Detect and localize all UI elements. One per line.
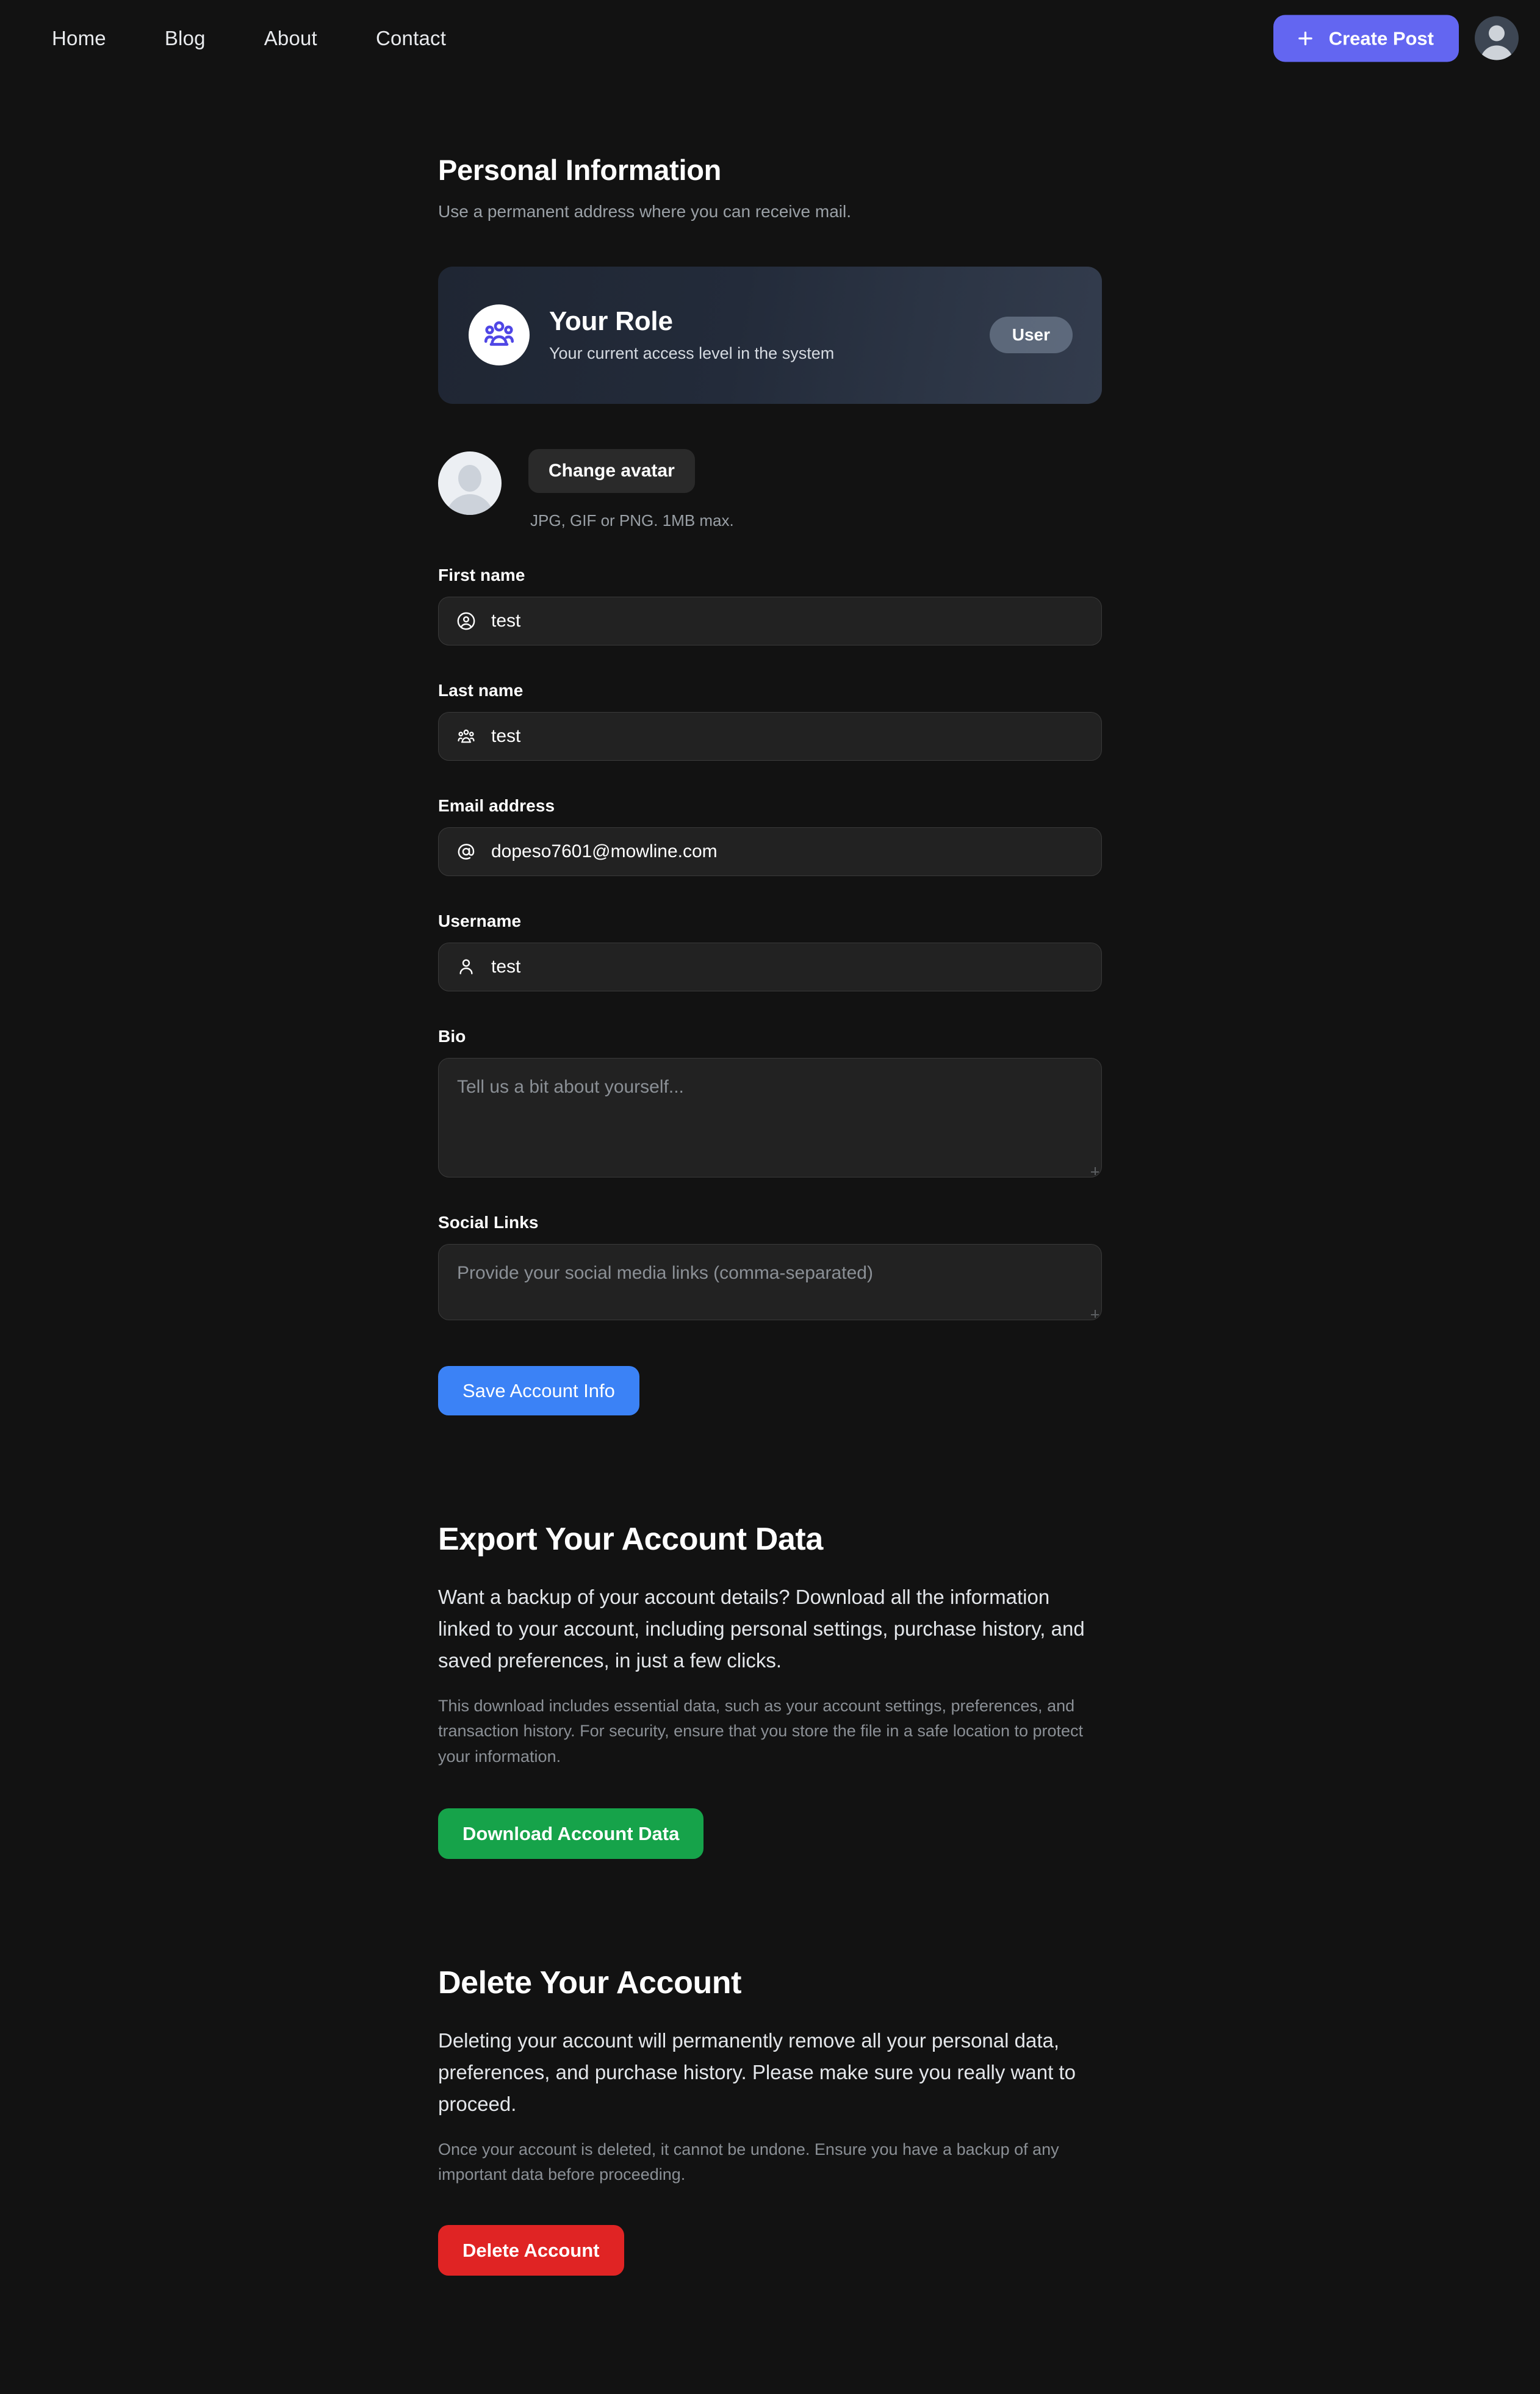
email-field[interactable]: dopeso7601@mowline.com: [438, 827, 1102, 876]
nav-link-about[interactable]: About: [264, 27, 317, 50]
field-username: Username test: [438, 911, 1102, 991]
download-account-data-button[interactable]: Download Account Data: [438, 1808, 704, 1859]
users-group-icon: [484, 322, 514, 347]
primary-navigation: Home Blog About Contact: [52, 27, 446, 50]
user-avatar-body: [1480, 45, 1513, 60]
bio-label: Bio: [438, 1026, 466, 1046]
page-subtitle: Use a permanent address where you can re…: [438, 201, 852, 221]
change-avatar-button[interactable]: Change avatar: [528, 448, 695, 493]
field-social-links: Social Links Provide your social media l…: [438, 1213, 1102, 1320]
role-text-block: Your Role Your current access level in t…: [549, 306, 834, 365]
last-name-label: Last name: [438, 680, 524, 700]
role-card: Your Role Your current access level in t…: [438, 266, 1102, 404]
username-label: Username: [438, 911, 522, 930]
nav-link-home[interactable]: Home: [52, 27, 106, 50]
page-title: Personal Information: [438, 154, 722, 186]
user-circle-icon: [456, 611, 477, 631]
avatar-controls: Change avatar JPG, GIF or PNG. 1MB max.: [528, 448, 734, 530]
first-name-value: test: [491, 610, 521, 631]
create-post-button[interactable]: Create Post: [1273, 15, 1459, 62]
username-value: test: [491, 956, 521, 977]
delete-account-section: Delete Your Account Deleting your accoun…: [438, 1964, 1102, 2276]
social-links-label: Social Links: [438, 1212, 539, 1232]
delete-section-title: Delete Your Account: [438, 1964, 742, 2000]
email-label: Email address: [438, 796, 555, 815]
avatar[interactable]: [1475, 16, 1519, 60]
avatar-hint-text: JPG, GIF or PNG. 1MB max.: [530, 511, 734, 530]
last-name-input[interactable]: test: [438, 711, 1102, 761]
avatar-row: Change avatar JPG, GIF or PNG. 1MB max.: [438, 448, 1102, 530]
delete-account-button[interactable]: Delete Account: [438, 2225, 624, 2276]
field-bio: Bio Tell us a bit about yourself...: [438, 1027, 1102, 1177]
role-icon-badge: [469, 304, 530, 366]
page-body: Personal Information Use a permanent add…: [0, 76, 1540, 2276]
social-links-placeholder: Provide your social media links (comma-s…: [457, 1262, 873, 1283]
resize-handle-icon[interactable]: [1090, 1309, 1099, 1318]
bio-placeholder: Tell us a bit about yourself...: [457, 1076, 684, 1097]
first-name-input[interactable]: test: [438, 596, 1102, 645]
bio-textarea[interactable]: Tell us a bit about yourself...: [438, 1057, 1102, 1177]
at-sign-icon: [456, 841, 477, 862]
users-group-icon: [456, 726, 477, 747]
user-avatar-icon: [1489, 25, 1505, 41]
delete-section-body: Deleting your account will permanently r…: [438, 2029, 1076, 2115]
last-name-value: test: [491, 725, 521, 746]
role-title: Your Role: [549, 306, 673, 336]
nav-link-blog[interactable]: Blog: [165, 27, 206, 50]
export-account-data-section: Export Your Account Data Want a backup o…: [438, 1522, 1102, 1859]
export-section-title: Export Your Account Data: [438, 1521, 823, 1557]
save-account-info-button[interactable]: Save Account Info: [438, 1365, 639, 1415]
first-name-label: First name: [438, 565, 525, 584]
navbar-actions: Create Post: [1273, 15, 1519, 62]
status-badge: User: [989, 317, 1073, 354]
top-navbar: Home Blog About Contact Create Post: [0, 0, 1540, 76]
field-email: Email address dopeso7601@mowline.com: [438, 796, 1102, 876]
role-subtitle: Your current access level in the system: [549, 344, 835, 363]
content-column: Personal Information Use a permanent add…: [438, 154, 1102, 2276]
plus-icon: [1298, 31, 1312, 45]
export-section-body: Want a backup of your account details? D…: [438, 1586, 1085, 1672]
profile-avatar: [438, 451, 502, 515]
user-avatar-icon: [458, 464, 481, 492]
user-icon: [456, 957, 477, 977]
nav-link-contact[interactable]: Contact: [376, 27, 446, 50]
create-post-label: Create Post: [1328, 27, 1434, 49]
social-links-textarea[interactable]: Provide your social media links (comma-s…: [438, 1243, 1102, 1320]
field-first-name: First name test: [438, 566, 1102, 645]
export-section-note: This download includes essential data, s…: [438, 1697, 1084, 1766]
email-value: dopeso7601@mowline.com: [491, 841, 718, 861]
field-last-name: Last name test: [438, 681, 1102, 761]
resize-handle-icon[interactable]: [1090, 1166, 1099, 1175]
delete-section-note: Once your account is deleted, it cannot …: [438, 2140, 1059, 2184]
username-input[interactable]: test: [438, 942, 1102, 991]
user-avatar-body: [446, 494, 494, 515]
